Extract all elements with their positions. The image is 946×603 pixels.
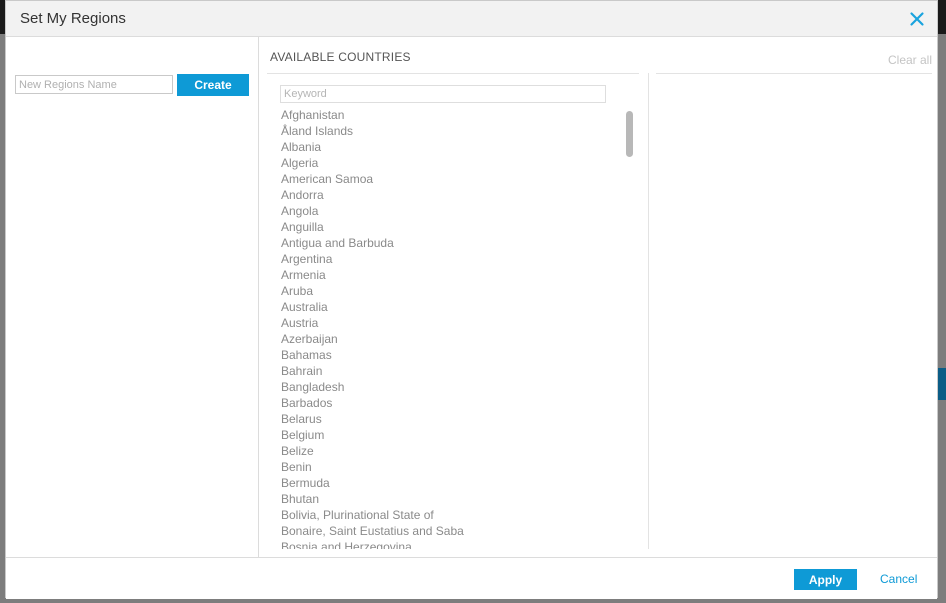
dialog-header: Set My Regions [6,1,937,37]
regions-pane: Create [6,37,259,557]
country-item[interactable]: Afghanistan [281,107,621,123]
country-item[interactable]: Azerbaijan [281,331,621,347]
country-item[interactable]: Albania [281,139,621,155]
close-icon[interactable] [905,7,929,31]
country-item[interactable]: Barbados [281,395,621,411]
country-item[interactable]: Belize [281,443,621,459]
country-item[interactable]: Angola [281,203,621,219]
country-item[interactable]: Anguilla [281,219,621,235]
keyword-search-input[interactable] [280,85,606,103]
country-item[interactable]: Bahrain [281,363,621,379]
country-item[interactable]: Argentina [281,251,621,267]
country-item[interactable]: Aruba [281,283,621,299]
country-item[interactable]: Benin [281,459,621,475]
divider [656,73,932,74]
country-item[interactable]: Algeria [281,155,621,171]
country-item[interactable]: American Samoa [281,171,621,187]
country-item[interactable]: Bhutan [281,491,621,507]
create-button[interactable]: Create [177,74,249,96]
dialog-footer: Apply Cancel [6,557,937,599]
country-item[interactable]: Bolivia, Plurinational State of [281,507,621,523]
pane-divider [648,73,649,549]
country-item[interactable]: Bahamas [281,347,621,363]
available-countries-pane: AVAILABLE COUNTRIES Afghanistan Åland Is… [259,37,639,557]
country-item[interactable]: Andorra [281,187,621,203]
selected-countries-pane: Clear all [656,37,932,557]
background-accent-tab [938,368,946,400]
country-item[interactable]: Antigua and Barbuda [281,235,621,251]
country-item[interactable]: Bangladesh [281,379,621,395]
clear-all-link[interactable]: Clear all [888,53,932,67]
divider [267,73,639,74]
country-item[interactable]: Bermuda [281,475,621,491]
country-item[interactable]: Armenia [281,267,621,283]
country-item[interactable]: Belarus [281,411,621,427]
country-item[interactable]: Bonaire, Saint Eustatius and Saba [281,523,621,539]
country-item[interactable]: Australia [281,299,621,315]
country-list-scrollbar[interactable] [626,111,633,157]
cancel-link[interactable]: Cancel [880,572,917,586]
set-my-regions-dialog: Set My Regions Create AVAILABLE COUNTRIE… [5,0,938,599]
available-countries-heading: AVAILABLE COUNTRIES [270,50,411,64]
country-list: Afghanistan Åland Islands Albania Algeri… [281,107,621,549]
country-item[interactable]: Austria [281,315,621,331]
dialog-title: Set My Regions [20,10,126,27]
country-item[interactable]: Belgium [281,427,621,443]
country-item[interactable]: Bosnia and Herzegovina [281,539,621,549]
region-name-input[interactable] [15,75,173,94]
apply-button[interactable]: Apply [794,569,857,590]
country-item[interactable]: Åland Islands [281,123,621,139]
